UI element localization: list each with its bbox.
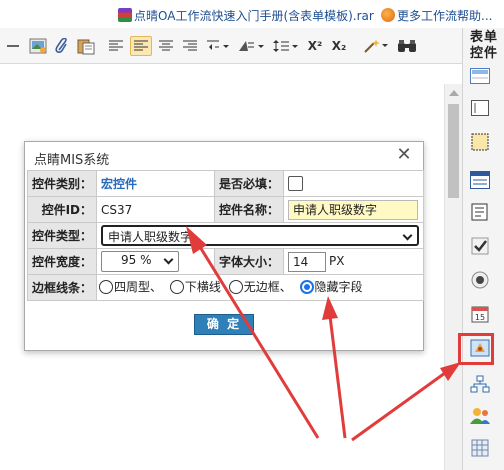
control-width-cell: 95 % bbox=[96, 248, 216, 275]
font-size-cell: 14 PX bbox=[283, 248, 425, 275]
align-left-active-icon[interactable] bbox=[130, 36, 152, 56]
download-link[interactable]: 点晴OA工作流快速入门手册(含表单模板).rar bbox=[118, 7, 374, 24]
department-icon[interactable] bbox=[470, 374, 490, 394]
radio-underline[interactable] bbox=[169, 279, 184, 294]
radio-icon[interactable] bbox=[470, 270, 490, 290]
control-id-value: CS37 bbox=[96, 196, 216, 223]
control-name-label: 控件名称： bbox=[214, 196, 285, 223]
single-line-text-icon[interactable] bbox=[470, 66, 490, 86]
radio-box[interactable] bbox=[99, 279, 114, 294]
control-properties-dialog: 点睛MIS系统 ✕ 控件类别： 宏控件 是否必填： 控件ID： CS37 控件名… bbox=[24, 141, 425, 351]
border-style-cell: 四周型、 下横线 无边框、 隐藏字段 bbox=[96, 274, 425, 301]
control-category-value: 宏控件 bbox=[96, 170, 216, 197]
textarea-icon[interactable] bbox=[470, 132, 490, 152]
required-label: 是否必填： bbox=[214, 170, 285, 197]
outdent-icon[interactable] bbox=[238, 36, 266, 56]
highlight-box bbox=[458, 333, 494, 365]
superscript-icon[interactable]: X² bbox=[306, 36, 324, 56]
top-link-bar: 点晴OA工作流快速入门手册(含表单模板).rar 更多工作流帮助... bbox=[0, 0, 504, 28]
font-size-label: 字体大小： bbox=[214, 248, 285, 275]
confirm-button[interactable]: 确 定 bbox=[194, 314, 254, 335]
horizontal-rule-icon[interactable] bbox=[6, 36, 20, 56]
required-checkbox[interactable] bbox=[288, 176, 304, 191]
binoculars-icon[interactable] bbox=[396, 36, 418, 56]
border-style-label: 边框线条： bbox=[26, 274, 98, 301]
dialog-title: 点睛MIS系统 bbox=[34, 153, 110, 168]
control-type-cell: 申请人职级数字 bbox=[96, 222, 425, 249]
more-help-link[interactable]: 更多工作流帮助... bbox=[381, 7, 492, 24]
radio-none[interactable] bbox=[228, 279, 243, 294]
rar-archive-icon bbox=[118, 8, 132, 22]
control-category-label: 控件类别： bbox=[26, 170, 98, 197]
checkbox-icon[interactable] bbox=[470, 236, 490, 256]
calendar-day: 15 bbox=[475, 313, 485, 322]
list-control-icon[interactable] bbox=[470, 170, 490, 190]
border-option-underline[interactable]: 下横线 bbox=[169, 278, 221, 295]
image-icon[interactable] bbox=[28, 36, 48, 56]
indent-icon[interactable] bbox=[206, 36, 230, 56]
properties-table: 控件类别： 宏控件 是否必填： 控件ID： CS37 控件名称： 申请人职级数字… bbox=[26, 170, 425, 301]
scroll-up-icon[interactable] bbox=[449, 90, 459, 96]
font-size-unit: PX bbox=[329, 254, 345, 268]
radio-hidden-selected[interactable] bbox=[299, 279, 314, 294]
editor-scrollbar[interactable] bbox=[444, 84, 462, 470]
border-option-none[interactable]: 无边框、 bbox=[228, 278, 292, 295]
close-icon[interactable]: ✕ bbox=[394, 144, 414, 166]
control-name-input[interactable]: 申请人职级数字 bbox=[288, 199, 419, 220]
control-name-cell: 申请人职级数字 bbox=[283, 196, 425, 223]
editor-toolbar: X² X₂ bbox=[0, 28, 462, 64]
scroll-thumb[interactable] bbox=[448, 104, 459, 198]
user-icon[interactable] bbox=[470, 406, 490, 426]
doc-control-icon[interactable] bbox=[470, 202, 490, 222]
attachment-icon[interactable] bbox=[53, 36, 71, 56]
panel-title: 表单控件 bbox=[469, 30, 498, 61]
calendar-icon[interactable]: 15 bbox=[470, 304, 490, 324]
form-controls-panel: 表单控件 15 bbox=[462, 28, 504, 470]
line-spacing-icon[interactable] bbox=[272, 36, 300, 56]
control-type-label: 控件类型： bbox=[26, 222, 98, 249]
align-right-icon[interactable] bbox=[182, 36, 198, 56]
control-width-label: 控件宽度： bbox=[26, 248, 98, 275]
control-id-label: 控件ID： bbox=[26, 196, 98, 223]
align-left-icon[interactable] bbox=[108, 36, 124, 56]
chevron-down-icon bbox=[402, 230, 413, 241]
multi-line-text-icon[interactable] bbox=[470, 98, 490, 118]
subscript-icon[interactable]: X₂ bbox=[330, 36, 348, 56]
workflow-help-icon bbox=[381, 8, 395, 22]
border-option-box[interactable]: 四周型、 bbox=[99, 278, 162, 295]
chevron-down-icon bbox=[163, 254, 174, 265]
paste-icon[interactable] bbox=[76, 36, 96, 56]
font-size-input[interactable]: 14 bbox=[288, 251, 327, 272]
table-grid-icon[interactable] bbox=[470, 438, 490, 458]
align-center-icon[interactable] bbox=[158, 36, 174, 56]
border-option-hidden[interactable]: 隐藏字段 bbox=[299, 278, 363, 295]
control-width-select[interactable]: 95 % bbox=[101, 251, 180, 272]
magic-wand-icon[interactable] bbox=[362, 36, 390, 56]
control-type-select[interactable]: 申请人职级数字 bbox=[101, 225, 420, 246]
required-cell bbox=[283, 170, 425, 197]
